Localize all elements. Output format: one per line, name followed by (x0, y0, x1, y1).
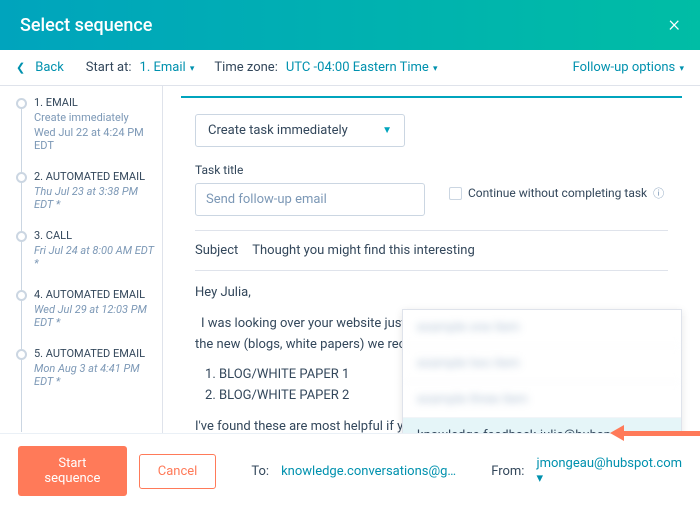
sidebar-step-4[interactable]: 4. AUTOMATED EMAIL Wed Jul 29 at 12:03 P… (16, 288, 156, 329)
subject-value: Thought you might find this interesting (252, 243, 475, 258)
chevron-down-icon: ▾ (536, 471, 543, 486)
main-panel: Create task immediately ▼ Task title Con… (162, 86, 700, 454)
continue-checkbox[interactable] (449, 187, 462, 200)
task-title-label: Task title (195, 163, 425, 177)
sidebar-step-3[interactable]: 3. CALL Fri Jul 24 at 8:00 AM EDT * (16, 229, 156, 270)
back-button[interactable]: Back (35, 60, 64, 75)
to-label: To: (251, 464, 269, 479)
autocomplete-item[interactable]: example two item (403, 345, 681, 381)
step-dot-icon (16, 290, 27, 301)
to-value[interactable]: knowledge.conversations@g… (281, 464, 456, 479)
step-dot-icon (16, 349, 27, 360)
create-task-dropdown[interactable]: Create task immediately ▼ (195, 114, 405, 147)
footer: Start sequence Cancel To: knowledge.conv… (0, 433, 700, 508)
step-dot-icon (16, 172, 27, 183)
sidebar-step-5[interactable]: 5. AUTOMATED EMAIL Mon Aug 3 at 4:41 PM … (16, 347, 156, 388)
chevron-down-icon: ▾ (188, 64, 195, 74)
chevron-down-icon: ▾ (677, 64, 684, 74)
step-dot-icon (16, 231, 27, 242)
subject-label: Subject (195, 243, 238, 258)
start-sequence-button[interactable]: Start sequence (18, 446, 127, 496)
modal-header: Select sequence × (0, 0, 700, 50)
from-label: From: (491, 464, 524, 479)
follow-up-options-dropdown[interactable]: Follow-up options ▾ (573, 60, 684, 75)
start-at-label: Start at: (86, 60, 132, 75)
autocomplete-item[interactable]: example one item (403, 310, 681, 345)
info-icon[interactable]: ⓘ (653, 185, 664, 201)
chevron-left-icon: ❮ (16, 61, 25, 74)
toolbar: ❮ Back Start at: 1. Email ▾ Time zone: U… (0, 50, 700, 86)
modal-title: Select sequence (20, 15, 152, 36)
timezone-dropdown[interactable]: UTC -04:00 Eastern Time ▾ (286, 60, 438, 75)
sidebar-step-2[interactable]: 2. AUTOMATED EMAIL Thu Jul 23 at 3:38 PM… (16, 170, 156, 211)
steps-sidebar: 1. EMAIL Create immediately Wed Jul 22 a… (0, 86, 162, 454)
cancel-button[interactable]: Cancel (139, 454, 217, 489)
chevron-down-icon: ▾ (431, 64, 438, 74)
autocomplete-item[interactable]: example three item (403, 381, 681, 417)
email-greeting: Hey Julia, (195, 283, 668, 304)
timezone-label: Time zone: (214, 60, 277, 75)
continue-label: Continue without completing task (468, 186, 647, 200)
task-title-input[interactable] (195, 183, 425, 216)
start-at-dropdown[interactable]: 1. Email ▾ (140, 60, 195, 75)
close-icon[interactable]: × (668, 14, 680, 36)
step-dot-icon (16, 98, 27, 109)
content-body: 1. EMAIL Create immediately Wed Jul 22 a… (0, 86, 700, 454)
from-dropdown[interactable]: jmongeau@hubspot.com ▾ (536, 456, 682, 486)
chevron-down-icon: ▼ (382, 125, 392, 136)
sidebar-step-1[interactable]: 1. EMAIL Create immediately Wed Jul 22 a… (16, 96, 156, 152)
